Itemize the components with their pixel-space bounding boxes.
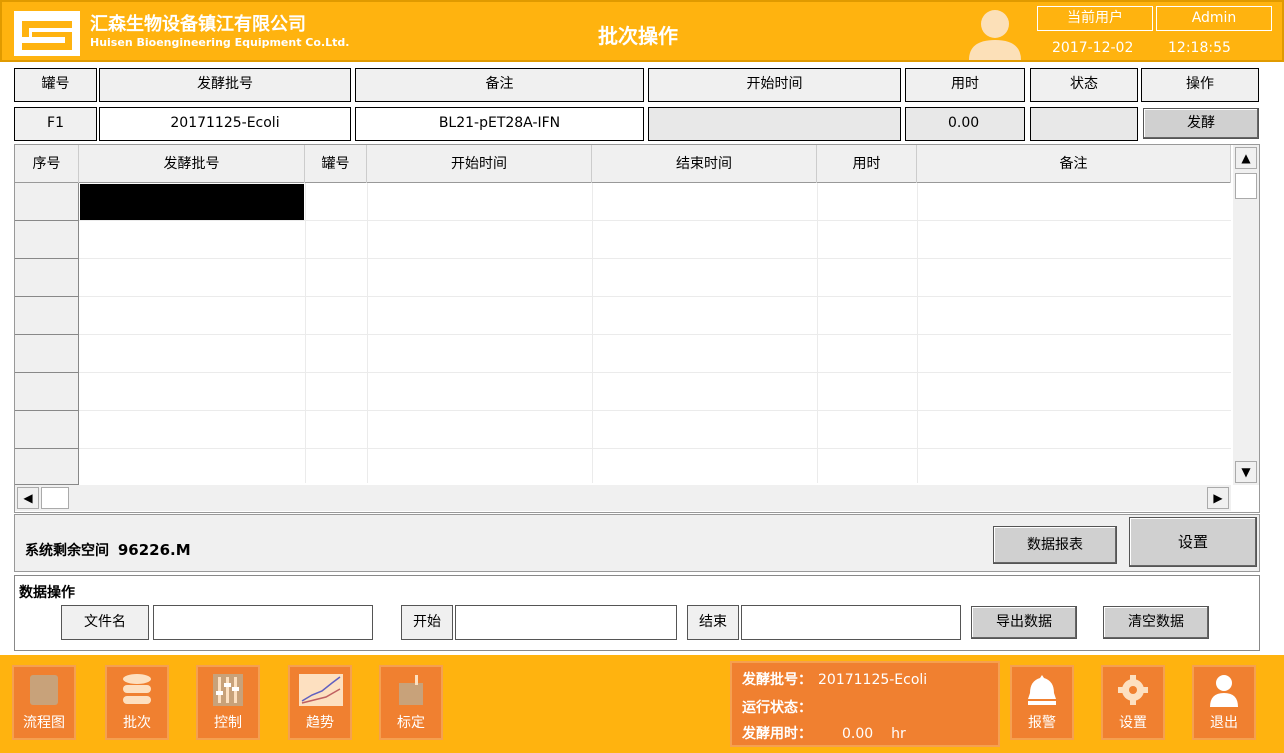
status-value [1030,107,1138,141]
bell-icon [1028,675,1056,705]
tank-value: F1 [14,107,97,141]
company-name-cn: 汇森生物设备镇江有限公司 [90,14,306,35]
start-time-value [648,107,901,141]
current-user-label: 当前用户 [1037,6,1153,31]
scroll-right-icon[interactable]: ▶ [1207,487,1229,509]
hscroll-thumb[interactable] [41,487,69,509]
col-header-remark: 备注 [355,68,644,102]
nav-settings-button[interactable]: 设置 [1101,665,1165,740]
disk-space-label: 系统剩余空间 [25,543,109,559]
action-bar: 系统剩余空间 96226.M 数据报表 设置 [14,514,1260,572]
th-end-time: 结束时间 [592,145,817,183]
col-header-status: 状态 [1030,68,1138,102]
row-header[interactable] [15,297,79,335]
clear-data-button[interactable]: 清空数据 [1103,606,1209,639]
vertical-scrollbar[interactable]: ▲ ▼ [1233,145,1259,485]
selected-cell[interactable] [80,184,304,220]
col-header-start-time: 开始时间 [648,68,901,102]
nav-exit-button[interactable]: 退出 [1192,665,1256,740]
status-run-label: 运行状态： [742,700,812,716]
nav-trend-label: 趋势 [306,715,334,731]
user-name: Admin [1156,6,1272,31]
row-header[interactable] [15,449,79,485]
nav-batch-button[interactable]: 批次 [105,665,169,740]
table-header: 序号 发酵批号 罐号 开始时间 结束时间 用时 备注 [15,145,1231,183]
scroll-down-icon[interactable]: ▼ [1235,461,1257,483]
current-time: 12:18:55 [1168,40,1231,56]
filename-input[interactable] [153,605,373,640]
nav-control-label: 控制 [214,715,242,731]
fermentation-status-panel: 发酵批号： 20171125-Ecoli 运行状态： 发酵用时： 0.00 hr [730,661,1000,747]
status-batch-label: 发酵批号： [742,672,812,688]
company-logo [14,11,80,56]
horizontal-scrollbar[interactable]: ◀ ▶ [15,485,1231,511]
disk-space-value: 96226.M [117,541,191,559]
end-input[interactable] [741,605,961,640]
th-start-time: 开始时间 [367,145,592,183]
nav-flow-button[interactable]: 流程图 [12,665,76,740]
scroll-left-icon[interactable]: ◀ [17,487,39,509]
row-header[interactable] [15,221,79,259]
data-report-button[interactable]: 数据报表 [993,526,1117,564]
col-header-elapsed: 用时 [905,68,1025,102]
settings-button[interactable]: 设置 [1129,517,1257,567]
nav-batch-label: 批次 [123,715,151,731]
row-header[interactable] [15,411,79,449]
scroll-thumb[interactable] [1235,173,1257,199]
current-date: 2017-12-02 [1052,40,1134,56]
th-remark: 备注 [917,145,1231,183]
elapsed-value: 0.00 [905,107,1025,141]
calibration-icon [399,675,423,705]
row-header[interactable] [15,183,79,221]
nav-exit-label: 退出 [1210,715,1238,731]
col-header-tank: 罐号 [14,68,97,102]
user-exit-icon [1210,675,1238,707]
export-data-button[interactable]: 导出数据 [971,606,1077,639]
database-icon [123,674,151,704]
nav-calibrate-label: 标定 [397,715,425,731]
end-label: 结束 [687,605,739,640]
start-label: 开始 [401,605,453,640]
col-header-batch-no: 发酵批号 [99,68,351,102]
start-input[interactable] [455,605,677,640]
nav-trend-button[interactable]: 趋势 [288,665,352,740]
status-batch-value: 20171125-Ecoli [818,672,928,688]
company-name-en: Huisen Bioengineering Equipment Co.Ltd. [90,36,350,49]
row-header[interactable] [15,373,79,411]
page-title: 批次操作 [598,24,678,48]
nav-control-button[interactable]: 控制 [196,665,260,740]
col-header-action: 操作 [1141,68,1259,102]
nav-flow-label: 流程图 [23,715,65,731]
th-elapsed: 用时 [817,145,917,183]
remark-field[interactable]: BL21-pET28A-IFN [355,107,644,141]
status-time-unit: hr [891,726,906,742]
nav-alarm-button[interactable]: 报警 [1010,665,1074,740]
th-batch-no: 发酵批号 [79,145,305,183]
row-header[interactable] [15,335,79,373]
disk-space: 系统剩余空间 96226.M [25,540,191,560]
batch-history-table[interactable]: 序号 发酵批号 罐号 开始时间 结束时间 用时 备注 ▲ ▼ ◀ ▶ [14,144,1260,513]
user-avatar-icon [969,10,1021,60]
flowchart-icon [30,675,58,705]
status-time-label: 发酵用时： [742,726,812,742]
row-header[interactable] [15,259,79,297]
data-operations-panel: 数据操作 文件名 开始 结束 导出数据 清空数据 [14,575,1260,651]
app-header: 汇森生物设备镇江有限公司 Huisen Bioengineering Equip… [0,0,1284,62]
gear-icon [1118,675,1148,705]
trend-chart-icon [299,674,343,706]
scroll-up-icon[interactable]: ▲ [1235,147,1257,169]
th-index: 序号 [15,145,79,183]
batch-no-field[interactable]: 20171125-Ecoli [99,107,351,141]
status-time-value: 0.00 [842,726,874,742]
data-ops-title: 数据操作 [19,585,75,601]
sliders-icon [213,674,243,706]
th-tank: 罐号 [305,145,367,183]
nav-calibrate-button[interactable]: 标定 [379,665,443,740]
nav-settings-label: 设置 [1119,715,1147,731]
filename-label: 文件名 [61,605,149,640]
bottom-nav-bar: 流程图 批次 控制 趋势 标定 发酵批号： 20171125-Ecoli 运行状态… [0,655,1284,753]
ferment-button[interactable]: 发酵 [1143,108,1259,139]
nav-alarm-label: 报警 [1028,715,1056,731]
